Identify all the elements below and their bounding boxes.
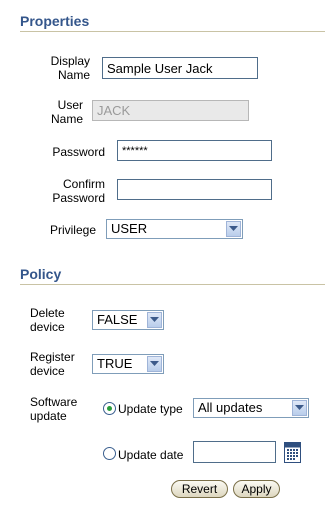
user-name-input <box>92 100 249 121</box>
register-device-label: Register device <box>30 350 75 378</box>
privilege-label: Privilege <box>49 223 96 237</box>
chevron-down-icon <box>147 356 162 372</box>
update-date-radio[interactable] <box>103 447 116 460</box>
update-date-label: Update date <box>118 448 184 462</box>
delete-device-select[interactable]: FALSE <box>92 310 164 330</box>
delete-device-select-value: FALSE <box>97 312 138 327</box>
confirm-password-label: Confirm Password <box>52 177 105 205</box>
chevron-down-icon <box>226 221 241 237</box>
chevron-down-icon <box>147 312 162 328</box>
apply-button[interactable]: Apply <box>233 480 280 498</box>
password-label: Password <box>52 145 105 159</box>
update-type-select-value: All updates <box>198 400 263 415</box>
password-input[interactable] <box>117 140 272 161</box>
register-device-select[interactable]: TRUE <box>92 354 164 374</box>
privilege-select[interactable]: USER <box>106 219 243 239</box>
register-device-select-value: TRUE <box>97 356 133 371</box>
privilege-select-value: USER <box>111 221 148 236</box>
calendar-icon[interactable] <box>284 442 301 463</box>
update-date-input[interactable] <box>193 441 276 463</box>
policy-divider <box>20 284 325 285</box>
properties-divider <box>20 31 325 32</box>
display-name-label: Display Name <box>50 54 90 82</box>
chevron-down-icon <box>292 400 307 416</box>
policy-section-title: Policy <box>20 266 62 282</box>
delete-device-label: Delete device <box>30 306 65 334</box>
confirm-password-input[interactable] <box>117 179 272 200</box>
display-name-input[interactable] <box>102 57 258 79</box>
user-name-label: User Name <box>50 98 83 126</box>
update-type-label: Update type <box>118 402 183 416</box>
update-type-select[interactable]: All updates <box>193 398 309 418</box>
properties-section-title: Properties <box>20 13 90 29</box>
software-update-label: Software update <box>30 395 78 423</box>
revert-button[interactable]: Revert <box>171 480 228 498</box>
update-type-radio[interactable] <box>103 402 116 415</box>
